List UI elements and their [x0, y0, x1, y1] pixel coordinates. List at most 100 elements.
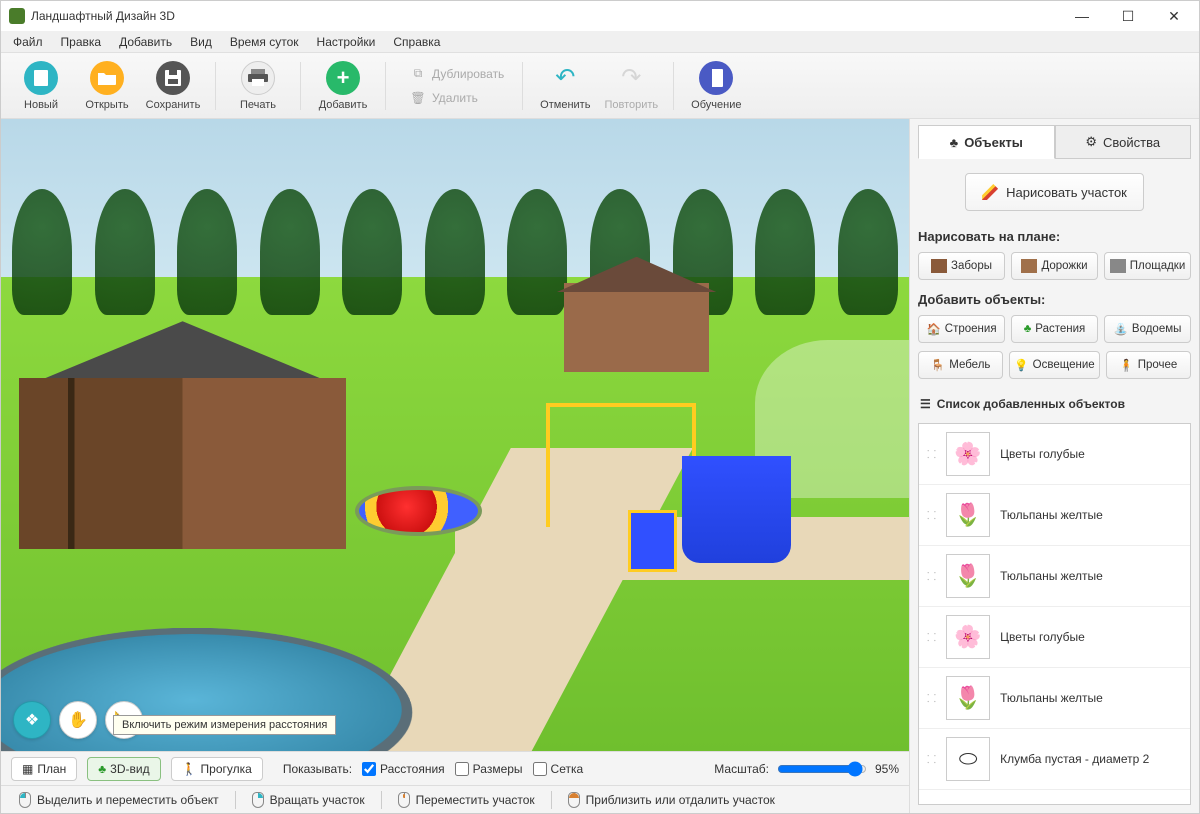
pan-tool[interactable]: ✋	[59, 701, 97, 739]
drag-handle-icon[interactable]: ⸬	[927, 691, 936, 706]
paths-button[interactable]: Дорожки	[1011, 252, 1098, 280]
list-item[interactable]: ⸬ 🌷 Тюльпаны желтые	[919, 668, 1190, 729]
other-button[interactable]: 🧍Прочее	[1106, 351, 1191, 379]
menu-view[interactable]: Вид	[182, 33, 220, 51]
print-button[interactable]: Печать	[228, 57, 288, 115]
save-button[interactable]: Сохранить	[143, 57, 203, 115]
furniture-button[interactable]: 🪑Мебель	[918, 351, 1003, 379]
file-icon	[24, 61, 58, 95]
undo-button[interactable]: ↶ Отменить	[535, 57, 595, 115]
tab-objects[interactable]: ♣Объекты	[918, 125, 1055, 159]
plants-button[interactable]: ♣Растения	[1011, 315, 1098, 343]
draw-on-plan-label: Нарисовать на плане:	[918, 229, 1191, 244]
list-item[interactable]: ⸬🌷Тюльпаны желтые	[919, 546, 1190, 607]
item-thumbnail: 🌷	[946, 676, 990, 720]
list-item[interactable]: ⸬🌷Тюльпаны желтые	[919, 485, 1190, 546]
menu-time[interactable]: Время суток	[222, 33, 307, 51]
scale-value: 95%	[875, 762, 899, 776]
drag-handle-icon[interactable]: ⸬	[927, 630, 936, 645]
menu-settings[interactable]: Настройки	[309, 33, 384, 51]
orbit-tool[interactable]: ❖	[13, 701, 51, 739]
plant-icon: ♣	[1024, 323, 1032, 335]
close-button[interactable]: ✕	[1151, 1, 1197, 31]
separator	[385, 62, 386, 110]
object-list-header: ☰ Список добавленных объектов	[918, 393, 1191, 415]
folder-icon	[90, 61, 124, 95]
scale-control: Масштаб: 95%	[714, 761, 899, 777]
drag-handle-icon[interactable]: ⸬	[927, 447, 936, 462]
house-icon: 🏠	[926, 322, 940, 336]
redo-icon: ↷	[614, 61, 648, 95]
status-rotate: Вращать участок	[242, 789, 375, 811]
lamp-icon: 💡	[1014, 358, 1028, 372]
areas-button[interactable]: Площадки	[1104, 252, 1191, 280]
canvas-tools: ❖ ✋ 📐 Включить режим измерения расстояни…	[13, 701, 143, 739]
list-item[interactable]: ⸬🌸Цветы голубые	[919, 424, 1190, 485]
tutorial-button[interactable]: Обучение	[686, 57, 746, 115]
object-list[interactable]: ⸬🌸Цветы голубые⸬🌷Тюльпаны желтые⸬🌷Тюльпа…	[918, 423, 1191, 805]
drag-handle-icon[interactable]: ⸬	[927, 752, 936, 767]
delete-button[interactable]: 🗑Удалить	[404, 88, 510, 108]
print-icon	[241, 61, 275, 95]
area-icon	[1110, 259, 1126, 273]
open-button[interactable]: Открыть	[77, 57, 137, 115]
item-name: Тюльпаны желтые	[1000, 691, 1182, 705]
tree-icon: ♣	[950, 135, 959, 150]
menu-edit[interactable]: Правка	[53, 33, 110, 51]
mouse-right-icon	[252, 792, 264, 808]
menu-file[interactable]: Файл	[5, 33, 51, 51]
status-select: Выделить и переместить объект	[9, 789, 229, 811]
plus-icon: +	[326, 61, 360, 95]
ponds-button[interactable]: ⛲Водоемы	[1104, 315, 1191, 343]
view-bar: ▦План ♣3D-вид 🚶Прогулка Показывать: Расс…	[1, 751, 909, 785]
sizes-checkbox[interactable]: Размеры	[455, 762, 523, 776]
layers-icon: ☰	[920, 397, 931, 411]
book-icon	[699, 61, 733, 95]
undo-icon: ↶	[548, 61, 582, 95]
list-item[interactable]: ⸬⬭Клумба пустая - диаметр 2	[919, 729, 1190, 790]
person-icon: 🧍	[1119, 358, 1133, 372]
redo-button[interactable]: ↷ Повторить	[601, 57, 661, 115]
menu-help[interactable]: Справка	[385, 33, 448, 51]
minimize-button[interactable]: —	[1059, 1, 1105, 31]
tab-properties[interactable]: ⚙Свойства	[1055, 125, 1192, 159]
3d-canvas[interactable]: ❖ ✋ 📐 Включить режим измерения расстояни…	[1, 119, 909, 751]
item-thumbnail: 🌷	[946, 554, 990, 598]
menubar: Файл Правка Добавить Вид Время суток Нас…	[1, 31, 1199, 53]
canvas-area: ❖ ✋ 📐 Включить режим измерения расстояни…	[1, 119, 909, 813]
plan-icon: ▦	[22, 762, 33, 776]
show-label: Показывать:	[283, 762, 352, 776]
lighting-button[interactable]: 💡Освещение	[1009, 351, 1099, 379]
view-plan-button[interactable]: ▦План	[11, 757, 77, 781]
separator	[522, 62, 523, 110]
menu-add[interactable]: Добавить	[111, 33, 180, 51]
drag-handle-icon[interactable]: ⸬	[927, 508, 936, 523]
grid-checkbox[interactable]: Сетка	[533, 762, 584, 776]
separator	[300, 62, 301, 110]
buildings-button[interactable]: 🏠Строения	[918, 315, 1005, 343]
list-item[interactable]: ⸬🌸Цветы голубые	[919, 607, 1190, 668]
duplicate-icon: ⧉	[410, 66, 426, 82]
item-thumbnail: 🌷	[946, 493, 990, 537]
toolbar: Новый Открыть Сохранить Печать + Добавит…	[1, 53, 1199, 119]
scale-slider[interactable]	[777, 761, 867, 777]
pencil-icon	[982, 184, 998, 200]
view-3d-button[interactable]: ♣3D-вид	[87, 757, 160, 781]
duplicate-button[interactable]: ⧉Дублировать	[404, 64, 510, 84]
draw-plot-button[interactable]: Нарисовать участок	[965, 173, 1144, 211]
object-buttons-1: 🏠Строения ♣Растения ⛲Водоемы	[918, 315, 1191, 343]
new-button[interactable]: Новый	[11, 57, 71, 115]
separator	[215, 62, 216, 110]
item-name: Клумба пустая - диаметр 2	[1000, 752, 1182, 766]
fences-button[interactable]: Заборы	[918, 252, 1005, 280]
maximize-button[interactable]: ☐	[1105, 1, 1151, 31]
view-walk-button[interactable]: 🚶Прогулка	[171, 757, 263, 781]
tree-icon: ♣	[98, 762, 106, 776]
add-button[interactable]: + Добавить	[313, 57, 373, 115]
drag-handle-icon[interactable]: ⸬	[927, 569, 936, 584]
side-panel: ♣Объекты ⚙Свойства Нарисовать участок На…	[909, 119, 1199, 813]
distances-checkbox[interactable]: Расстояния	[362, 762, 445, 776]
window-controls: — ☐ ✕	[1059, 1, 1197, 31]
item-thumbnail: 🌸	[946, 432, 990, 476]
gear-icon: ⚙	[1085, 134, 1097, 150]
